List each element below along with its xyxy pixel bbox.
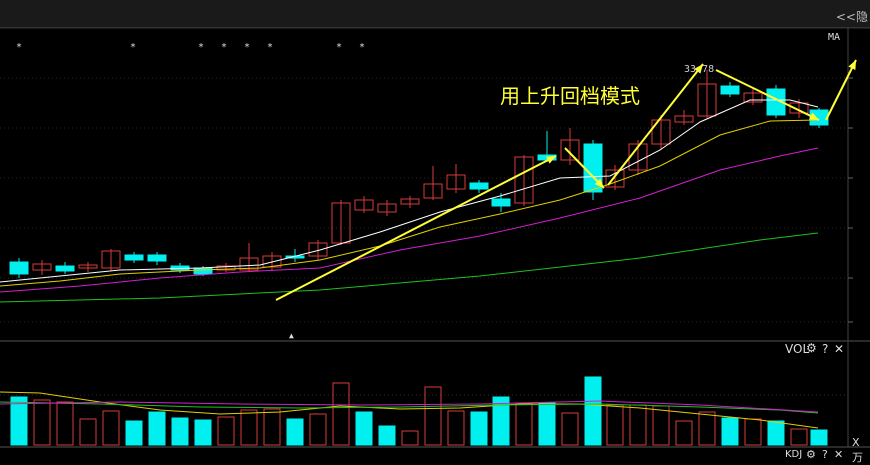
marker-star: * [359, 42, 366, 53]
volume-bar [217, 416, 235, 446]
ma-indicator-label[interactable]: MA [828, 32, 840, 43]
volume-bar [148, 411, 166, 446]
volume-bar [447, 410, 465, 446]
volume-bar [79, 418, 97, 446]
candle-body [55, 265, 75, 272]
volume-bar [584, 376, 602, 446]
volume-bar [102, 410, 120, 446]
volume-bar [698, 411, 716, 446]
volume-bar [561, 412, 579, 446]
marker-star: * [244, 42, 251, 53]
volume-bar [470, 411, 488, 446]
volume-bar [263, 408, 281, 446]
volume-bar [355, 411, 373, 446]
price-high-label: 33.78 [684, 64, 715, 75]
vol-help-icon[interactable]: ? [822, 342, 828, 356]
volume-bar [810, 429, 828, 446]
candlestick-chart [0, 27, 870, 448]
candle-body [9, 261, 29, 275]
volume-bar [424, 386, 442, 446]
ma10-line [0, 119, 819, 287]
vol-settings-gear-icon[interactable]: ⚙ [806, 341, 817, 355]
volume-bar [675, 420, 693, 446]
pattern-annotation: 用上升回档模式 [500, 84, 640, 108]
volume-bar [125, 420, 143, 446]
cursor-marker-icon: ▲ [289, 331, 294, 340]
ma5-line [0, 99, 819, 283]
volume-bar [790, 428, 808, 446]
vol-ma5-line [0, 391, 819, 429]
ma60-line [0, 232, 819, 303]
volume-bar [332, 382, 350, 446]
volume-bar [378, 425, 396, 446]
marker-star: * [198, 42, 205, 53]
volume-bar [492, 396, 510, 446]
volume-bar [401, 430, 419, 446]
volume-bar [538, 402, 556, 446]
volume-bar [767, 420, 785, 446]
marker-star: * [267, 42, 274, 53]
candle-body [147, 254, 167, 262]
candle-body [720, 85, 740, 95]
volume-bar [629, 404, 647, 446]
kdj-help-icon[interactable]: ? [822, 448, 828, 461]
candle-body [469, 182, 489, 190]
volume-bar [652, 405, 670, 446]
kdj-panel-label[interactable]: KDJ [785, 449, 802, 460]
volume-bar [606, 404, 624, 446]
kdj-settings-gear-icon[interactable]: ⚙ [806, 448, 816, 461]
volume-bar [171, 417, 189, 446]
volume-bar [240, 409, 258, 446]
marker-star: * [336, 42, 343, 53]
vol-close-icon[interactable]: ✕ [834, 342, 844, 356]
candle-body [193, 267, 213, 275]
marker-star: * [16, 42, 23, 53]
candle-body [124, 254, 144, 261]
candle-body [491, 198, 511, 207]
trend-arrow-3 [825, 59, 857, 121]
volume-bar [56, 401, 74, 446]
volume-bar [721, 417, 739, 446]
volume-bar [194, 419, 212, 446]
volume-bar [309, 413, 327, 446]
volume-bar [515, 402, 533, 446]
volume-bar [744, 418, 762, 446]
kdj-close-icon[interactable]: ✕ [834, 448, 843, 461]
volume-bar [33, 399, 51, 446]
marker-star: * [130, 42, 137, 53]
marker-star: * [221, 42, 228, 53]
vol-ma10-line [0, 401, 819, 414]
volume-bar [286, 418, 304, 446]
